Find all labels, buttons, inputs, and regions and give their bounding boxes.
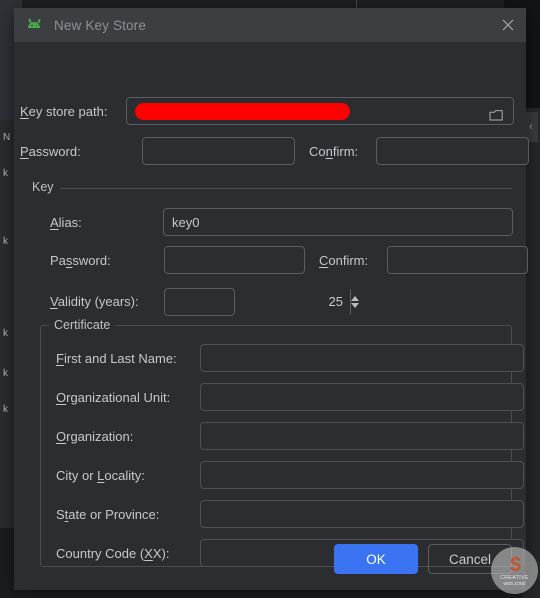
key-alias-label: Alias: [50, 215, 82, 230]
key-password-label-b: sword: [72, 253, 111, 268]
keystore-confirm-label-a: Co [309, 144, 326, 159]
keystore-password-input[interactable] [142, 137, 295, 165]
key-validity-label-text: alidity (years): [57, 294, 139, 309]
background-divider [356, 0, 357, 8]
cert-organization-input[interactable] [200, 422, 524, 450]
keystore-confirm-label: Confirm: [309, 144, 359, 159]
key-validity-label: Validity (years): [50, 294, 139, 309]
key-password-label-a: Pa [50, 253, 66, 268]
cert-organization-label: Organization: [56, 429, 134, 444]
key-alias-label-text: lias: [58, 215, 82, 230]
redacted-path-value [135, 103, 350, 120]
dialog-button-row: OK Cancel [334, 544, 512, 574]
keystore-password-label-text: assword: [28, 144, 81, 159]
keystore-path-label: Key store path: [20, 104, 108, 119]
keystore-confirm-input[interactable] [376, 137, 529, 165]
cert-first-last-name-input[interactable] [200, 344, 524, 372]
key-confirm-label: Confirm: [319, 253, 369, 268]
stepper-buttons[interactable] [350, 289, 359, 315]
key-validity-input[interactable] [165, 289, 350, 315]
dialog-titlebar[interactable]: New Key Store [14, 8, 526, 42]
keystore-path-input[interactable] [126, 97, 514, 125]
cert-organizational-unit-input[interactable] [200, 383, 524, 411]
keystore-path-label-text: ey store path: [28, 104, 108, 119]
key-validity-stepper[interactable] [164, 288, 359, 316]
keystore-password-label: Password: [20, 144, 81, 159]
key-group-separator [60, 188, 512, 189]
keystore-confirm-label-b: firm: [332, 144, 359, 159]
cert-first-last-name-label: First and Last Name: [56, 351, 177, 366]
stepper-up-icon[interactable] [351, 296, 359, 301]
android-robot-icon [26, 17, 42, 33]
dialog-title: New Key Store [54, 17, 146, 33]
cert-state-province-input[interactable] [200, 500, 524, 528]
close-icon[interactable] [498, 15, 518, 35]
cert-city-locality-label: City or Locality: [56, 468, 145, 483]
cert-city-locality-input[interactable] [200, 461, 524, 489]
cert-country-code-label: Country Code (XX): [56, 546, 170, 561]
key-password-label: Password: [50, 253, 111, 268]
new-key-store-dialog: New Key Store Key store path: Password: [14, 8, 529, 590]
dialog-body: Key store path: Password: Confirm: Key A… [14, 42, 529, 590]
key-password-input[interactable] [164, 246, 305, 274]
key-confirm-input[interactable] [387, 246, 528, 274]
key-confirm-label-text: onfirm: [328, 253, 369, 268]
cancel-button[interactable]: Cancel [428, 544, 512, 574]
cert-state-province-label: State or Province: [56, 507, 160, 522]
key-group-title: Key [32, 180, 54, 194]
stepper-down-icon[interactable] [351, 303, 359, 308]
ok-button[interactable]: OK [334, 544, 418, 574]
key-alias-input[interactable] [163, 208, 513, 236]
folder-icon[interactable] [489, 105, 504, 121]
cert-organizational-unit-label: Organizational Unit: [56, 390, 171, 405]
certificate-group-title: Certificate [49, 318, 116, 332]
